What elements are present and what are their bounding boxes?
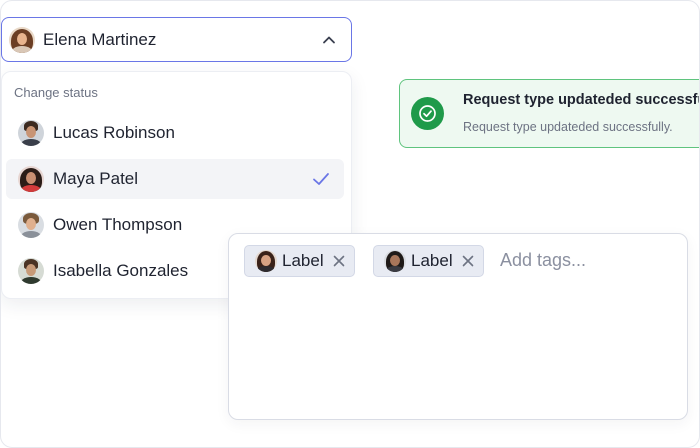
avatar-elena — [9, 26, 35, 53]
avatar-isabella — [18, 258, 44, 284]
close-icon[interactable] — [461, 254, 475, 268]
tag-input-field[interactable]: Label Label — [228, 233, 688, 420]
option-label: Lucas Robinson — [53, 123, 175, 142]
avatar-tag-2 — [384, 250, 406, 272]
tag-chip: Label — [373, 245, 484, 277]
tag-chip: Label — [244, 245, 355, 277]
check-icon — [313, 173, 329, 185]
add-tags-input[interactable] — [500, 250, 670, 271]
close-icon[interactable] — [332, 254, 346, 268]
tag-label: Label — [282, 251, 324, 270]
canvas: Elena Martinez Change status Lucas Robin… — [0, 0, 700, 448]
option-label: Owen Thompson — [53, 215, 183, 234]
avatar-tag-1 — [255, 250, 277, 272]
check-circle-icon — [411, 97, 444, 130]
tag-label: Label — [411, 251, 453, 270]
avatar-maya — [18, 166, 44, 192]
chevron-up-icon[interactable] — [321, 32, 337, 48]
avatar-owen — [18, 212, 44, 238]
option-label: Isabella Gonzales — [53, 261, 189, 280]
toast-message: Request type updateded successfully. — [463, 120, 673, 134]
avatar-lucas — [18, 120, 44, 146]
dropdown-heading: Change status — [14, 85, 98, 100]
option-lucas-robinson[interactable]: Lucas Robinson — [6, 113, 344, 153]
selected-user-name: Elena Martinez — [43, 29, 157, 49]
user-select-trigger[interactable]: Elena Martinez — [1, 17, 352, 62]
option-maya-patel[interactable]: Maya Patel — [6, 159, 344, 199]
success-toast: Request type updateded successfully Requ… — [399, 79, 700, 148]
option-label: Maya Patel — [53, 169, 139, 188]
toast-title: Request type updateded successfully — [463, 92, 700, 108]
